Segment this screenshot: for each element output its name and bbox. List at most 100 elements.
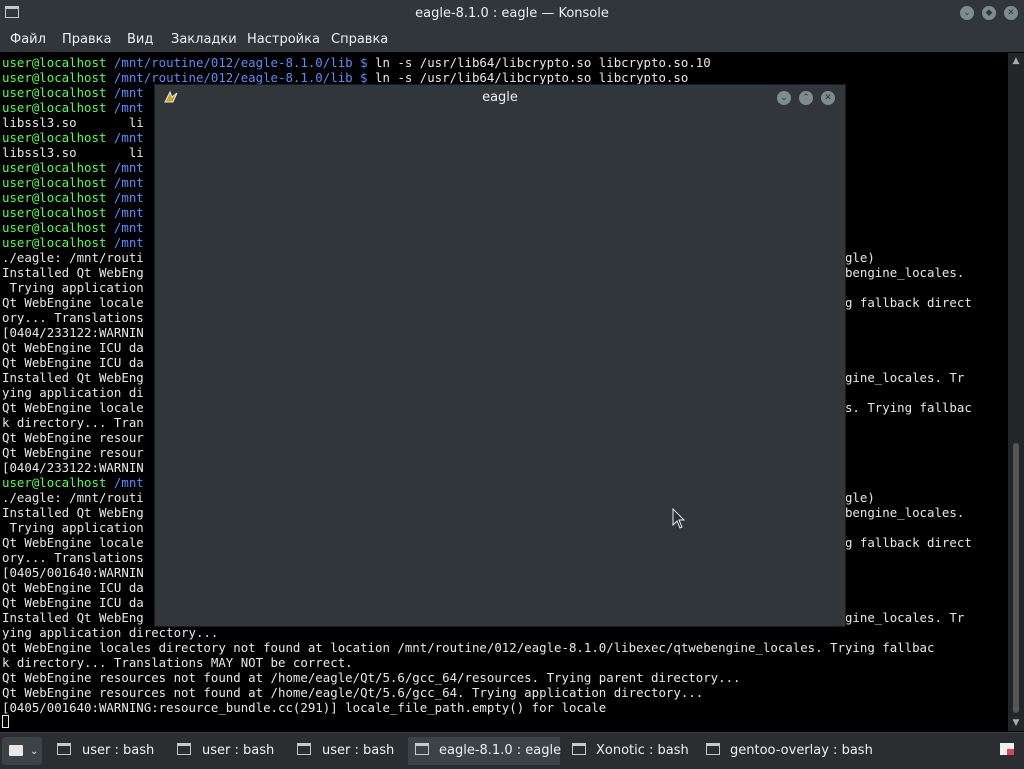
prompt-path: /mnt <box>106 175 144 190</box>
terminal-line: ying application directory... <box>2 625 218 640</box>
minimize-button[interactable]: ⌄ <box>960 6 974 20</box>
terminal-line: Qt WebEngine locales directory not found… <box>2 640 934 655</box>
terminal-line: Qt WebEngine resour <box>2 430 144 445</box>
line-text: ln -s /usr/lib64/libcrypto.so libcrypto.… <box>367 55 711 70</box>
menu-edit[interactable]: Правка <box>62 32 111 47</box>
line-text: Qt WebEngine resour <box>2 445 144 460</box>
terminal-line: ory... Translations <box>2 310 144 325</box>
taskbar: ⌄ user : bash user : bash user : bash ea… <box>0 732 1024 769</box>
task-bash-1[interactable]: user : bash <box>57 737 167 765</box>
line-text: ory... Translations <box>2 550 144 565</box>
prompt-path: /mnt/routine/012/eagle-8.1.0/lib $ <box>106 70 368 85</box>
terminal-line: Trying application <box>2 520 144 535</box>
line-text: k directory... Translations MAY NOT be c… <box>2 655 353 670</box>
task-label: Xonotic : bash <box>596 743 689 758</box>
scroll-down-icon[interactable]: ▼ <box>1011 718 1021 728</box>
task-eagle[interactable]: eagle-8.1.0 : eagle <box>408 737 562 765</box>
terminal-line: user@localhost /mnt <box>2 175 144 190</box>
eagle-content-area <box>155 111 845 626</box>
terminal-line: libssl3.so li <box>2 145 144 160</box>
line-text: ying application di <box>2 385 144 400</box>
menu-view[interactable]: Вид <box>127 32 153 47</box>
system-tray-icon[interactable] <box>998 740 1016 758</box>
terminal-icon <box>177 743 191 755</box>
terminal-line: user@localhost /mnt <box>2 235 144 250</box>
menu-bookmarks[interactable]: Закладки <box>171 32 237 47</box>
eagle-window[interactable]: eagle ⌄ ⌃ ✕ <box>155 85 845 626</box>
scroll-up-icon[interactable]: ▲ <box>1011 56 1021 66</box>
prompt-path: /mnt <box>106 190 144 205</box>
menu-help[interactable]: Справка <box>331 32 388 47</box>
line-text: [0404/233122:WARNIN <box>2 460 144 475</box>
terminal-line: Qt WebEngine ICU da <box>2 580 144 595</box>
line-text: [0405/001640:WARNIN <box>2 565 144 580</box>
prompt-user: user@localhost <box>2 100 107 115</box>
terminal-line: ying application di <box>2 385 144 400</box>
terminal-line: user@localhost /mnt <box>2 130 144 145</box>
prompt-user: user@localhost <box>2 475 107 490</box>
terminal-line: user@localhost /mnt/routine/012/eagle-8.… <box>2 70 688 85</box>
chevron-down-icon: ⌄ <box>30 746 39 757</box>
terminal-line: libssl3.so li <box>2 115 144 130</box>
line-text: Trying application <box>2 520 144 535</box>
terminal-line: [0404/233122:WARNIN <box>2 325 144 340</box>
prompt-path: /mnt <box>106 100 144 115</box>
menu-bar: Файл Правка Вид Закладки Настройка Справ… <box>0 28 1024 52</box>
line-text: Qt WebEngine locales directory not found… <box>2 640 935 655</box>
prompt-path: /mnt <box>106 235 144 250</box>
keep-above-button[interactable]: ◆ <box>982 6 996 20</box>
eagle-close-button[interactable]: ✕ <box>821 91 835 105</box>
task-bash-2[interactable]: user : bash <box>177 737 287 765</box>
konsole-titlebar[interactable]: eagle-8.1.0 : eagle — Konsole ⌄ ◆ ✕ <box>0 0 1024 28</box>
task-label: gentoo-overlay : bash <box>730 743 873 758</box>
line-text: [0404/233122:WARNIN <box>2 325 144 340</box>
prompt-path: /mnt <box>106 475 144 490</box>
line-text: libssl3.so li <box>2 145 144 160</box>
line-text: k directory... Tran <box>2 415 144 430</box>
eagle-minimize-button[interactable]: ⌄ <box>777 91 791 105</box>
line-text: Trying application <box>2 280 144 295</box>
terminal-icon <box>297 743 311 755</box>
terminal-scrollbar[interactable]: ▲ ▼ <box>1008 53 1024 731</box>
eagle-maximize-button[interactable]: ⌃ <box>799 91 813 105</box>
terminal-line: Qt WebEngine resources not found at /hom… <box>2 685 703 700</box>
terminal-icon <box>572 743 586 755</box>
prompt-path: /mnt <box>106 205 144 220</box>
terminal-line: k directory... Tran <box>2 415 144 430</box>
prompt-user: user@localhost <box>2 70 107 85</box>
prompt-user: user@localhost <box>2 190 107 205</box>
terminal-icon <box>415 743 429 755</box>
line-text: ying application directory... <box>2 625 219 640</box>
close-button[interactable]: ✕ <box>1004 6 1018 20</box>
menu-file[interactable]: Файл <box>10 32 46 47</box>
eagle-titlebar[interactable]: eagle ⌄ ⌃ ✕ <box>155 85 845 111</box>
task-gentoo-overlay[interactable]: gentoo-overlay : bash <box>706 737 873 765</box>
prompt-user: user@localhost <box>2 235 107 250</box>
terminal-line: user@localhost /mnt <box>2 160 144 175</box>
task-label: user : bash <box>82 743 155 758</box>
terminal-line: user@localhost /mnt/routine/012/eagle-8.… <box>2 55 711 70</box>
terminal-line: Qt WebEngine ICU da <box>2 595 144 610</box>
prompt-path: /mnt <box>106 220 144 235</box>
task-label: eagle-8.1.0 : eagle <box>439 743 562 758</box>
task-xonotic[interactable]: Xonotic : bash <box>572 737 697 765</box>
task-bash-3[interactable]: user : bash <box>297 737 407 765</box>
task-label: user : bash <box>322 743 395 758</box>
scrollbar-thumb[interactable] <box>1013 443 1019 713</box>
terminal-line: user@localhost /mnt <box>2 475 144 490</box>
terminal-line: user@localhost /mnt <box>2 220 144 235</box>
line-text: Qt WebEngine resources not found at /hom… <box>2 685 704 700</box>
application-launcher-button[interactable]: ⌄ <box>2 737 42 765</box>
terminal-line: Qt WebEngine resources not found at /hom… <box>2 670 741 685</box>
prompt-user: user@localhost <box>2 160 107 175</box>
line-text: libssl3.so li <box>2 115 144 130</box>
line-text: ln -s /usr/lib64/libcrypto.so libcrypto.… <box>367 70 689 85</box>
terminal-icon <box>706 743 720 755</box>
terminal-line: [0405/001640:WARNING:resource_bundle.cc(… <box>2 700 606 715</box>
prompt-user: user@localhost <box>2 55 107 70</box>
line-text: Qt WebEngine ICU da <box>2 595 144 610</box>
menu-settings[interactable]: Настройка <box>247 32 320 47</box>
line-text: ory... Translations <box>2 310 144 325</box>
terminal-line: user@localhost /mnt <box>2 85 144 100</box>
terminal-line: [0405/001640:WARNIN <box>2 565 144 580</box>
